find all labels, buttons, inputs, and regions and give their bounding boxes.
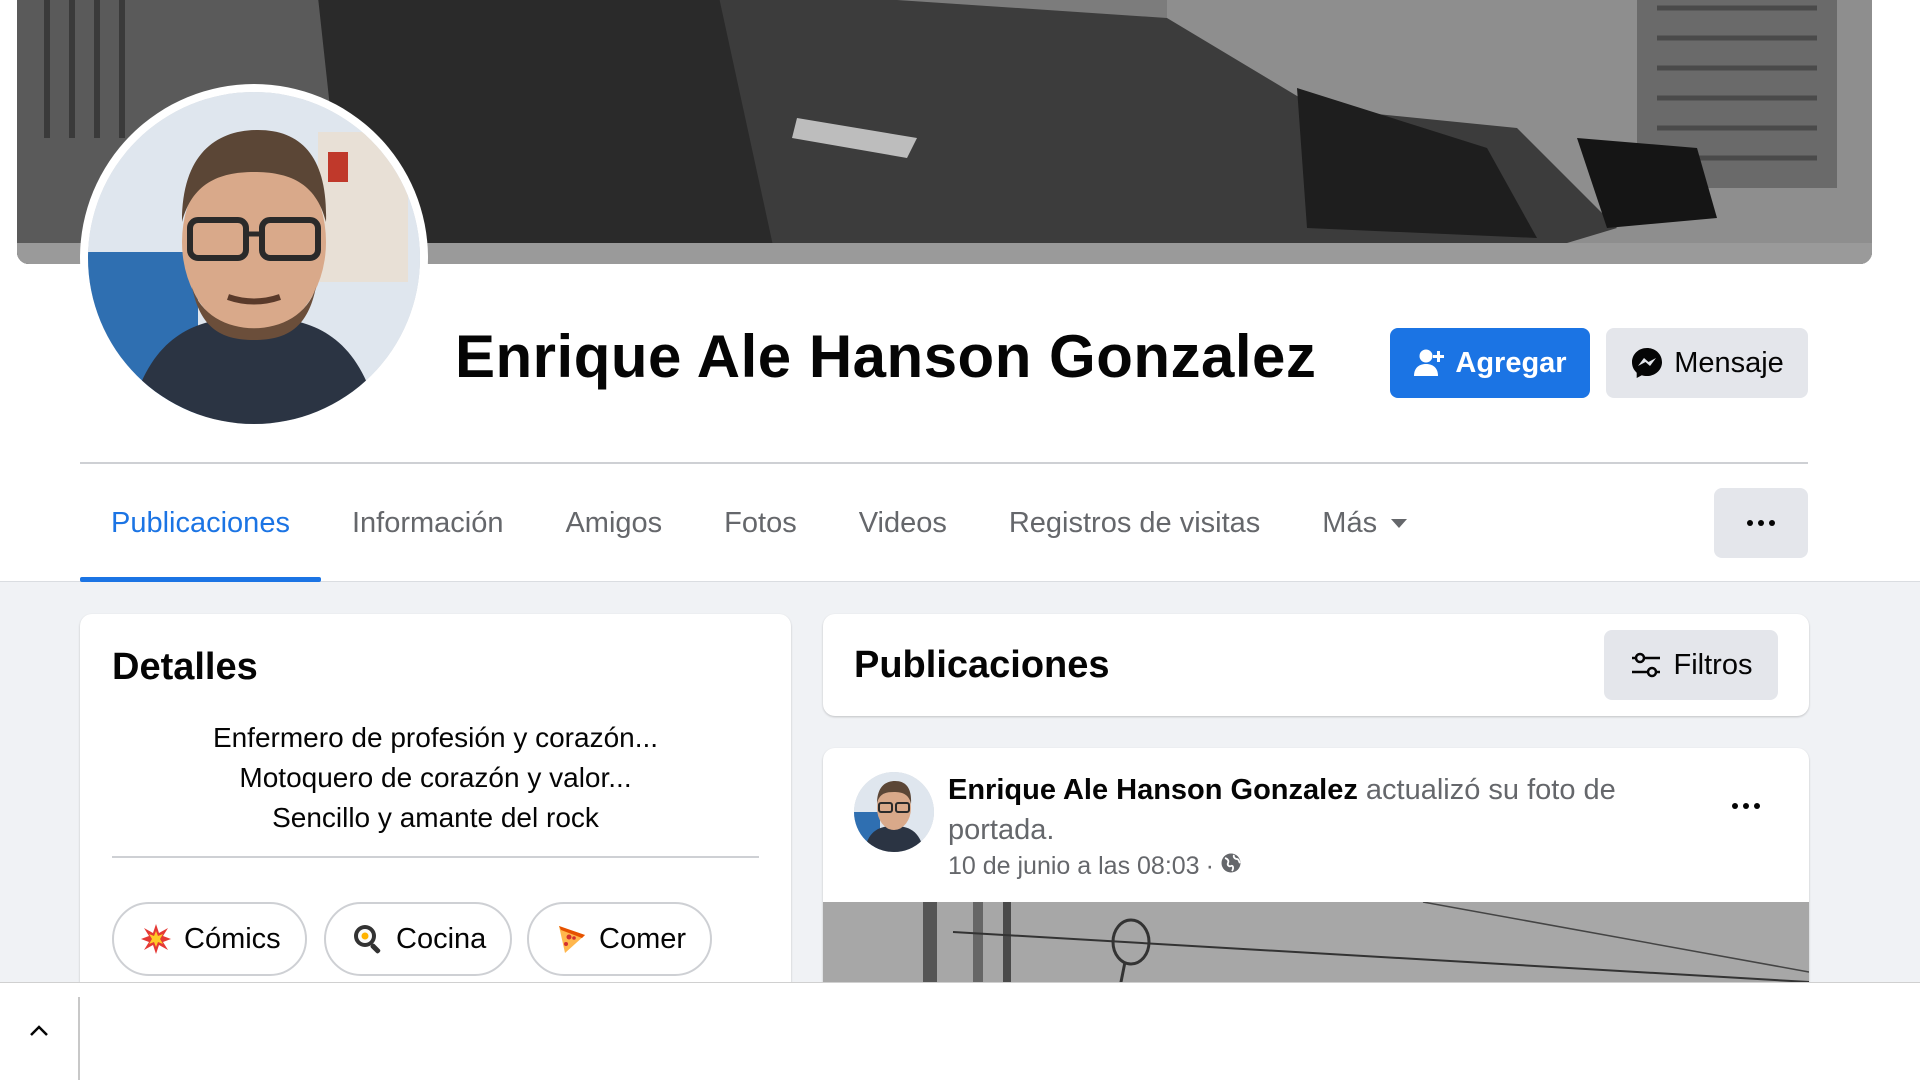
post-headline: Enrique Ale Hanson Gonzalez actualizó su… — [948, 770, 1648, 850]
tab-amigos[interactable]: Amigos — [534, 464, 693, 582]
profile-tabs: Publicaciones Información Amigos Fotos V… — [80, 464, 1438, 582]
posts-title: Publicaciones — [854, 644, 1110, 686]
tab-informacion[interactable]: Información — [321, 464, 535, 582]
meta-separator: · — [1205, 852, 1214, 880]
hobby-chip-comer[interactable]: Comer — [527, 902, 713, 976]
bio-line: Motoquero de corazón y valor... — [239, 762, 632, 793]
add-friend-button[interactable]: Agregar — [1390, 328, 1590, 398]
tab-label: Videos — [858, 506, 947, 539]
post-timestamp[interactable]: 10 de junio a las 08:03 — [948, 852, 1200, 881]
tab-mas[interactable]: Más — [1291, 464, 1438, 582]
pizza-emoji-icon — [555, 923, 587, 955]
ellipsis-icon — [1732, 803, 1738, 809]
posts-header-card: Publicaciones Filtros — [823, 614, 1809, 716]
filters-label: Filtros — [1673, 648, 1753, 681]
tab-label: Más — [1322, 506, 1378, 539]
hobby-chip-comics[interactable]: Cómics — [112, 902, 307, 976]
more-options-button[interactable] — [1714, 488, 1808, 558]
post-author-link[interactable]: Enrique Ale Hanson Gonzalez — [948, 774, 1358, 806]
tab-registros-de-visitas[interactable]: Registros de visitas — [978, 464, 1291, 582]
sliders-icon — [1630, 651, 1662, 679]
tab-label: Amigos — [565, 506, 663, 539]
bottom-divider — [78, 997, 80, 1080]
bio: Enfermero de profesión y corazón... Moto… — [112, 718, 759, 838]
globe-icon — [1220, 852, 1242, 881]
frying-pan-emoji-icon — [352, 923, 384, 955]
profile-header: Enrique Ale Hanson Gonzalez Agregar Mens… — [0, 0, 1920, 582]
add-friend-label: Agregar — [1455, 346, 1567, 379]
bottom-bar — [0, 982, 1920, 1080]
hobby-chip-cocina[interactable]: Cocina — [324, 902, 513, 976]
caret-down-icon — [1391, 518, 1408, 528]
profile-name: Enrique Ale Hanson Gonzalez — [455, 323, 1317, 390]
collapse-button[interactable] — [0, 983, 78, 1080]
details-card: Detalles Enfermero de profesión y corazó… — [80, 614, 791, 1014]
add-friend-icon — [1413, 347, 1445, 379]
details-divider — [112, 856, 759, 858]
filters-button[interactable]: Filtros — [1604, 630, 1778, 700]
message-button[interactable]: Mensaje — [1606, 328, 1808, 398]
chevron-up-icon — [28, 1023, 50, 1042]
messenger-icon — [1630, 346, 1664, 380]
tab-videos[interactable]: Videos — [828, 464, 978, 582]
ellipsis-icon — [1747, 520, 1753, 526]
details-title: Detalles — [112, 646, 258, 688]
post-author-avatar[interactable] — [854, 772, 934, 852]
tab-label: Publicaciones — [111, 506, 290, 539]
profile-avatar[interactable] — [80, 84, 428, 432]
explosion-emoji-icon — [140, 923, 172, 955]
bio-line: Sencillo y amante del rock — [272, 802, 599, 833]
bio-line: Enfermero de profesión y corazón... — [212, 722, 659, 753]
post-meta: 10 de junio a las 08:03 · — [948, 852, 1242, 881]
hobby-label: Cocina — [396, 922, 487, 955]
hobby-label: Cómics — [184, 922, 281, 955]
tab-publicaciones[interactable]: Publicaciones — [80, 464, 321, 582]
tab-label: Registros de visitas — [1008, 506, 1261, 539]
post-options-button[interactable] — [1716, 786, 1776, 826]
tab-label: Fotos — [724, 506, 797, 539]
hobby-label: Comer — [599, 922, 687, 955]
tab-label: Información — [351, 506, 504, 539]
tab-fotos[interactable]: Fotos — [693, 464, 828, 582]
message-label: Mensaje — [1674, 346, 1784, 379]
